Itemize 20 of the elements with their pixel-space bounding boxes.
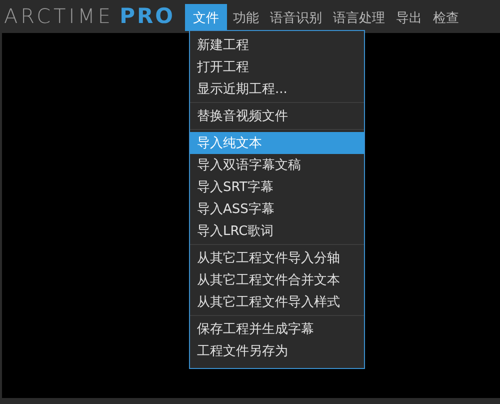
menu-item[interactable]: 工程文件另存为 [190, 340, 364, 362]
menu-item[interactable]: 从其它工程文件导入样式 [190, 291, 364, 313]
menu-bar-item[interactable]: 语音识别 [265, 4, 327, 31]
menu-item[interactable]: 从其它工程文件合并文本 [190, 269, 364, 291]
menu-bar-item[interactable]: 功能 [228, 4, 264, 31]
menu-bar-item[interactable]: 导出 [391, 4, 427, 31]
menu-item[interactable]: 导入LRC歌词 [190, 220, 364, 242]
menu-item[interactable]: 新建工程 [190, 34, 364, 56]
menu-item[interactable]: 导入ASS字幕 [190, 198, 364, 220]
menu-item[interactable]: 显示近期工程... [190, 78, 364, 100]
menu-item[interactable]: 从其它工程文件导入分轴 [190, 247, 364, 269]
logo-text: ARCTIME [4, 4, 114, 28]
menu-item[interactable]: 导入SRT字幕 [190, 176, 364, 198]
menu-item[interactable]: 替换音视频文件 [190, 105, 364, 127]
menu-item[interactable]: 导入双语字幕文稿 [190, 154, 364, 176]
menu-bar-item[interactable]: 检查 [428, 4, 464, 31]
logo-edition: PRO [120, 4, 175, 28]
menu-bar-item[interactable]: 语言处理 [328, 4, 390, 31]
menu-item[interactable]: 打开工程 [190, 56, 364, 78]
menu-item[interactable]: 保存工程并生成字幕 [190, 318, 364, 340]
